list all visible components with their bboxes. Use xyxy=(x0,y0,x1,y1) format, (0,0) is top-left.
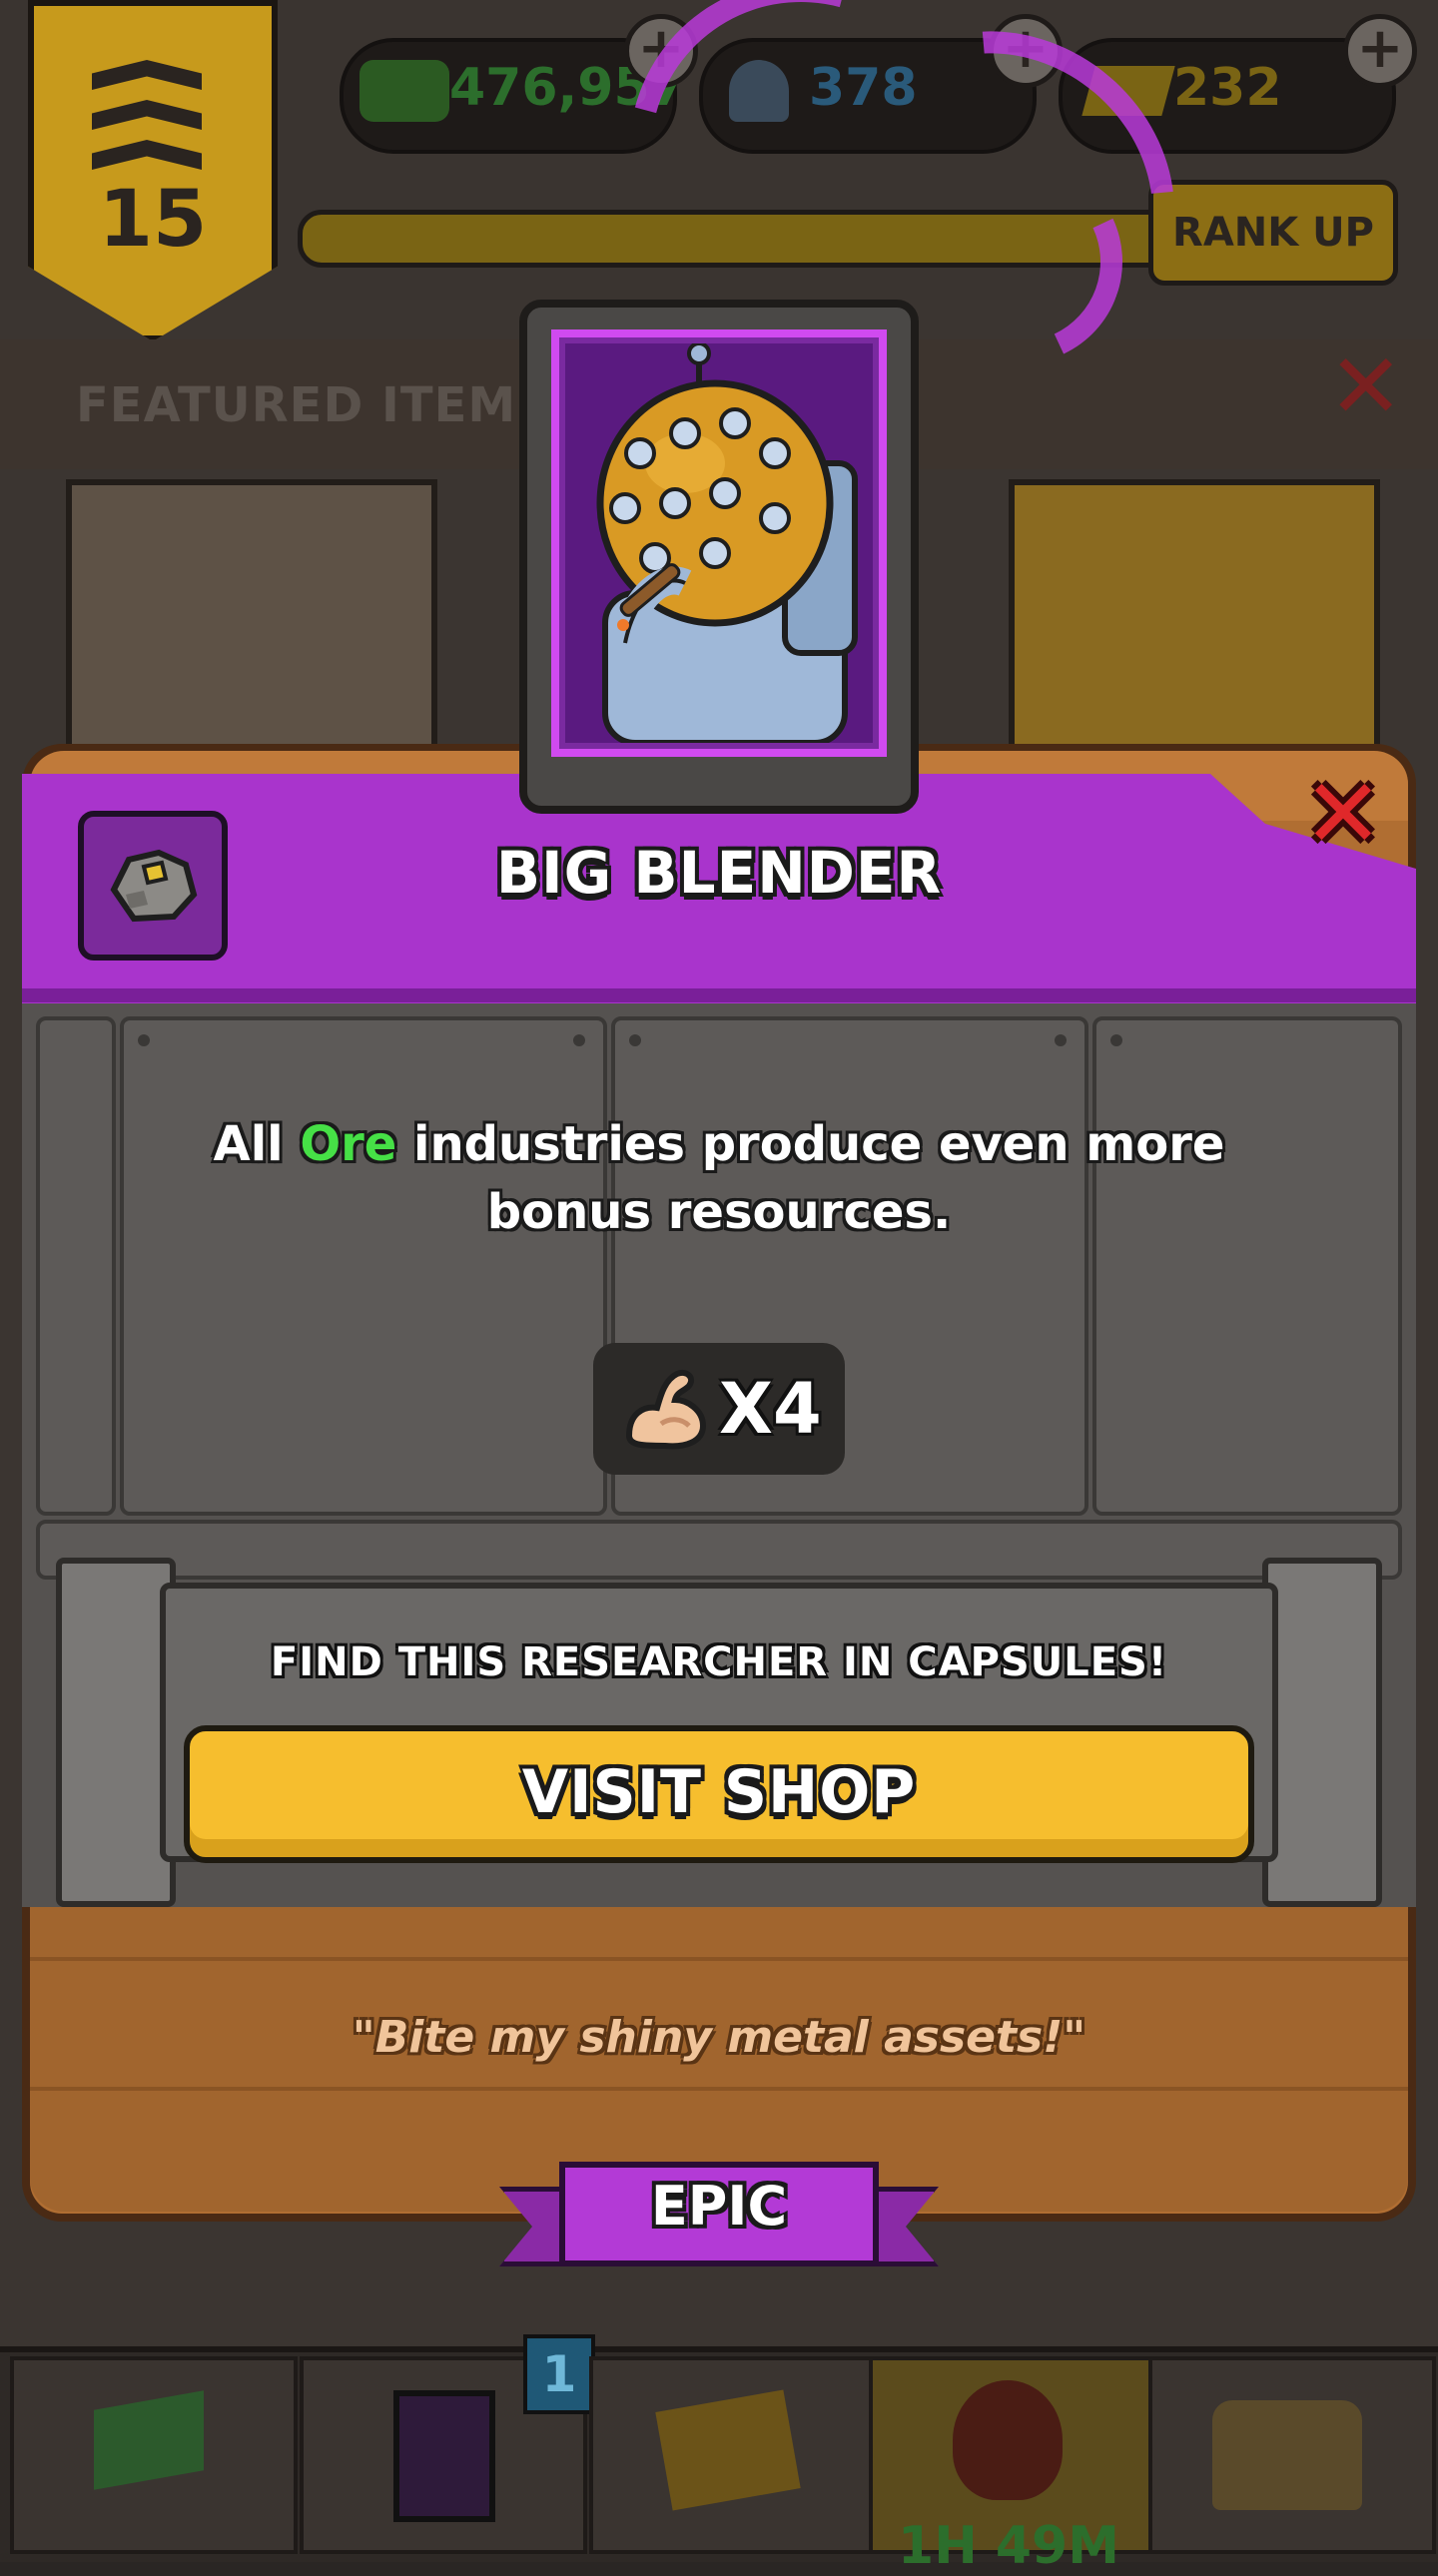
featured-close-icon[interactable]: ✕ xyxy=(1328,334,1403,439)
rarity-label: EPIC xyxy=(650,2175,788,2238)
diving-robot-portrait xyxy=(596,343,858,743)
nav-tab-missions[interactable] xyxy=(10,2356,298,2554)
nav-tab-industries[interactable] xyxy=(589,2356,877,2554)
rank-level: 15 xyxy=(98,175,208,265)
description-suffix: industries produce even more bonus resou… xyxy=(396,1116,1225,1240)
rank-up-button[interactable]: RANK UP xyxy=(1148,180,1398,286)
metal-plate xyxy=(120,1016,607,1516)
industry-badge xyxy=(78,811,228,961)
event-timer: 1H 49M xyxy=(898,2516,1119,2576)
ore-rock-icon xyxy=(110,849,198,923)
close-dialog-button[interactable]: ✕ xyxy=(1298,766,1388,862)
add-gold-button[interactable]: + xyxy=(1343,14,1417,88)
cards-icon xyxy=(393,2390,495,2522)
bolt xyxy=(629,1034,641,1046)
header-underline xyxy=(22,988,1416,1002)
flexed-bicep-icon xyxy=(625,1370,707,1450)
flag-icon xyxy=(94,2390,204,2490)
researcher-description: All Ore industries produce even more bon… xyxy=(140,1110,1298,1246)
cash-icon xyxy=(360,60,449,122)
visit-shop-label: VISIT SHOP xyxy=(521,1757,917,1827)
featured-items-title: FEATURED ITEMS xyxy=(76,377,552,433)
metal-post xyxy=(1262,1558,1382,1907)
metal-plate xyxy=(36,1520,1402,1580)
description-industry-highlight: Ore xyxy=(300,1116,397,1172)
bolt xyxy=(138,1034,150,1046)
metal-plate xyxy=(1092,1016,1402,1516)
description-prefix: All xyxy=(213,1116,301,1172)
find-researcher-caption: FIND THIS RESEARCHER IN CAPSULES! xyxy=(270,1639,1168,1685)
wood-grain xyxy=(30,1957,1408,1961)
bolt xyxy=(1055,1034,1067,1046)
treasure-chest-icon xyxy=(1212,2400,1362,2510)
shield-fist-icon xyxy=(953,2380,1063,2500)
nav-tab-shop[interactable] xyxy=(1148,2356,1436,2554)
wood-grain xyxy=(30,2087,1408,2091)
metal-plate xyxy=(36,1016,116,1516)
researcher-quote: "Bite my shiny metal assets!" xyxy=(352,2012,1086,2063)
multiplier-value: X4 xyxy=(719,1368,822,1450)
bolt xyxy=(1110,1034,1122,1046)
researchers-badge: 1 xyxy=(523,2334,595,2414)
metal-post xyxy=(56,1558,176,1907)
gold-value: 232 xyxy=(1173,58,1282,118)
researcher-name: BIG BLENDER xyxy=(495,839,943,907)
bolt xyxy=(573,1034,585,1046)
folder-icon xyxy=(655,2389,801,2511)
